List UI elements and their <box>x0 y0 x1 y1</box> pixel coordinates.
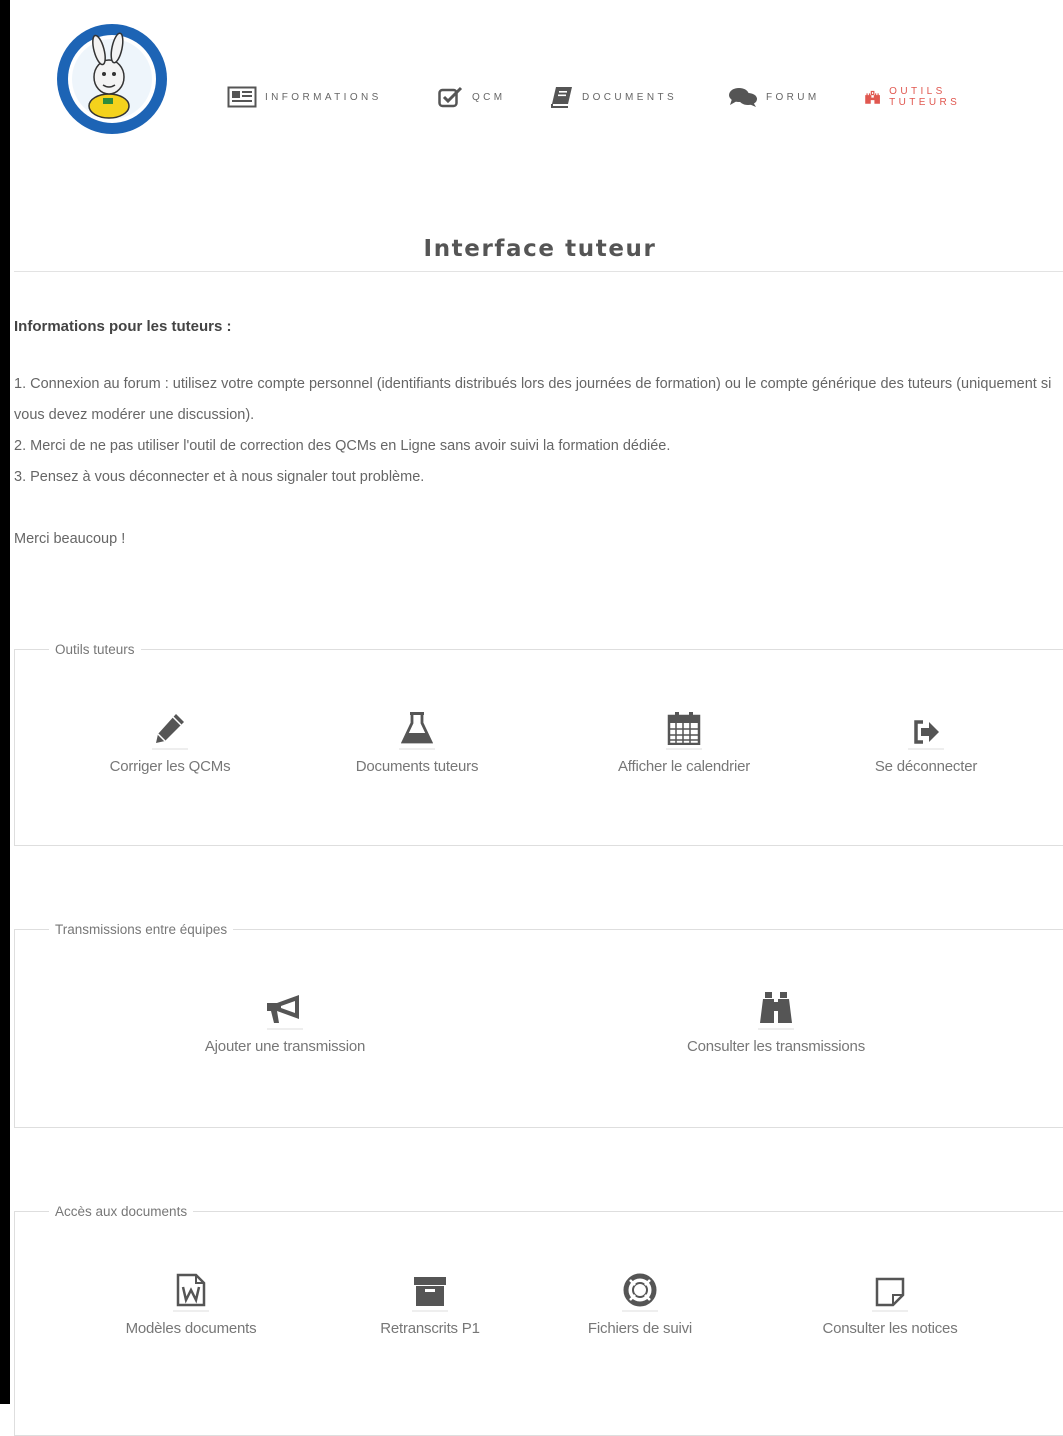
page-title: Interface tuteur <box>423 236 657 262</box>
info-line-1: 1. Connexion au forum : utilisez votre c… <box>14 376 1052 423</box>
nav-qcm[interactable]: QCM <box>438 86 506 108</box>
group-legend-outils: Outils tuteurs <box>55 642 135 657</box>
tool-label: Consulter les notices <box>822 1320 958 1337</box>
group-acces-documents: Accès aux documents Modèles documents Re… <box>14 1204 1063 1436</box>
nav-outils-tuteurs[interactable]: OUTILS TUTEURS <box>864 86 971 108</box>
tool-ajouter-transmission[interactable]: Ajouter une transmission <box>165 989 405 1055</box>
castle-icon <box>865 90 880 104</box>
tool-label: Retranscrits P1 <box>380 1320 480 1337</box>
nav-label-qcm: QCM <box>472 91 506 103</box>
tool-label: Consulter les transmissions <box>687 1038 865 1055</box>
nav-label-outils-tuteurs: OUTILS TUTEURS <box>889 86 961 108</box>
pencil-icon <box>156 714 184 743</box>
tool-retranscrits-p1[interactable]: Retranscrits P1 <box>335 1271 525 1337</box>
word-file-icon <box>176 1273 206 1307</box>
tool-se-deconnecter[interactable]: Se déconnecter <box>831 709 1021 775</box>
info-section: Informations pour les tuteurs : 1. Conne… <box>14 318 1059 555</box>
nav-label-informations: INFORMATIONS <box>265 91 382 103</box>
nav-label-documents: DOCUMENTS <box>582 91 678 103</box>
info-thanks: Merci beaucoup ! <box>14 531 126 547</box>
tool-label: Corriger les QCMs <box>109 758 231 775</box>
info-heading: Informations pour les tuteurs : <box>14 318 232 335</box>
newspaper-icon <box>227 86 257 108</box>
life-ring-icon <box>623 1273 657 1307</box>
group-outils-tuteurs: Outils tuteurs Corriger les QCMs Documen… <box>14 642 1063 846</box>
info-line-2: 2. Merci de ne pas utiliser l'outil de c… <box>14 438 671 454</box>
group-legend-documents: Accès aux documents <box>55 1204 188 1219</box>
comments-icon <box>729 88 757 107</box>
group-legend-transmissions: Transmissions entre équipes <box>55 922 228 937</box>
tool-corriger-qcms[interactable]: Corriger les QCMs <box>75 709 265 775</box>
tool-consulter-transmissions[interactable]: Consulter les transmissions <box>651 989 901 1055</box>
nav-documents[interactable]: DOCUMENTS <box>550 86 677 108</box>
tool-fichiers-suivi[interactable]: Fichiers de suivi <box>545 1271 735 1337</box>
book-icon <box>551 87 572 108</box>
nav-forum[interactable]: FORUM <box>728 86 820 108</box>
flask-icon <box>401 712 433 744</box>
tool-label: Se déconnecter <box>874 758 978 775</box>
title-divider <box>14 271 1063 272</box>
checkbox-icon <box>438 86 463 108</box>
sign-out-icon <box>914 720 939 744</box>
tool-afficher-calendrier[interactable]: Afficher le calendrier <box>589 709 779 775</box>
nav-label-forum: FORUM <box>766 91 820 103</box>
site-logo[interactable] <box>55 22 169 136</box>
left-edge-bar <box>0 0 10 1404</box>
tool-label: Ajouter une transmission <box>204 1038 366 1055</box>
binoculars-icon <box>760 992 792 1023</box>
tool-consulter-notices[interactable]: Consulter les notices <box>790 1271 990 1337</box>
sticky-note-icon <box>875 1277 905 1307</box>
nav-informations[interactable]: INFORMATIONS <box>227 86 382 108</box>
tool-label: Afficher le calendrier <box>617 758 751 775</box>
info-line-3: 3. Pensez à vous déconnecter et à nous s… <box>14 469 425 485</box>
group-transmissions: Transmissions entre équipes Ajouter une … <box>14 922 1063 1128</box>
bullhorn-icon <box>267 995 299 1023</box>
tool-documents-tuteurs[interactable]: Documents tuteurs <box>322 709 512 775</box>
archive-icon <box>414 1277 446 1306</box>
tool-label: Fichiers de suivi <box>587 1320 693 1337</box>
calendar-icon <box>667 712 701 745</box>
tool-label: Documents tuteurs <box>355 758 479 775</box>
tool-label: Modèles documents <box>125 1320 257 1337</box>
tool-modeles-documents[interactable]: Modèles documents <box>91 1271 291 1337</box>
